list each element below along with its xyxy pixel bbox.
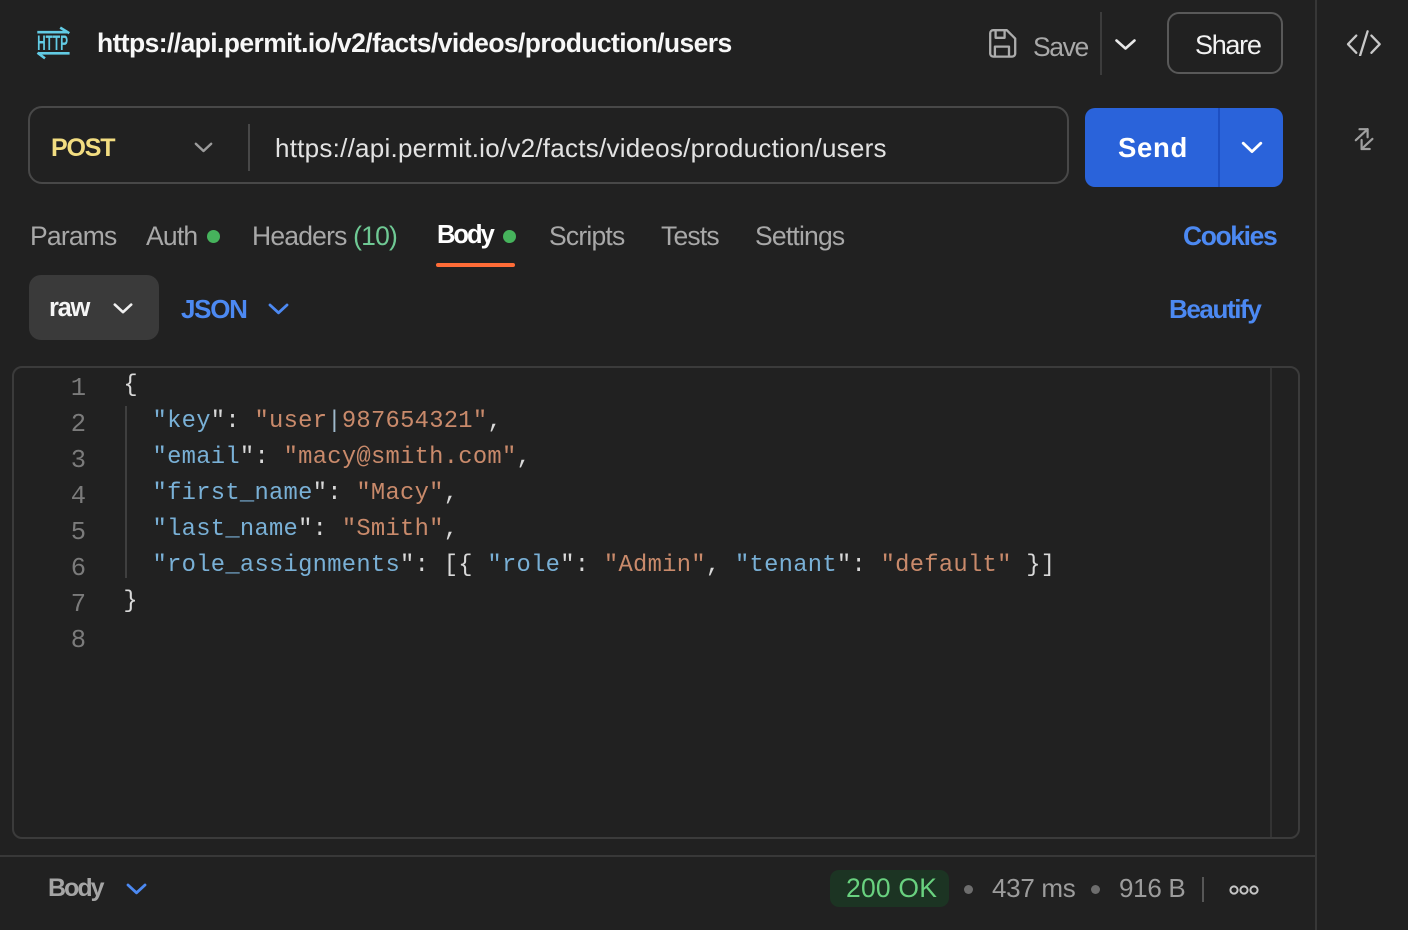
svg-text:HTTP: HTTP [37, 32, 68, 55]
